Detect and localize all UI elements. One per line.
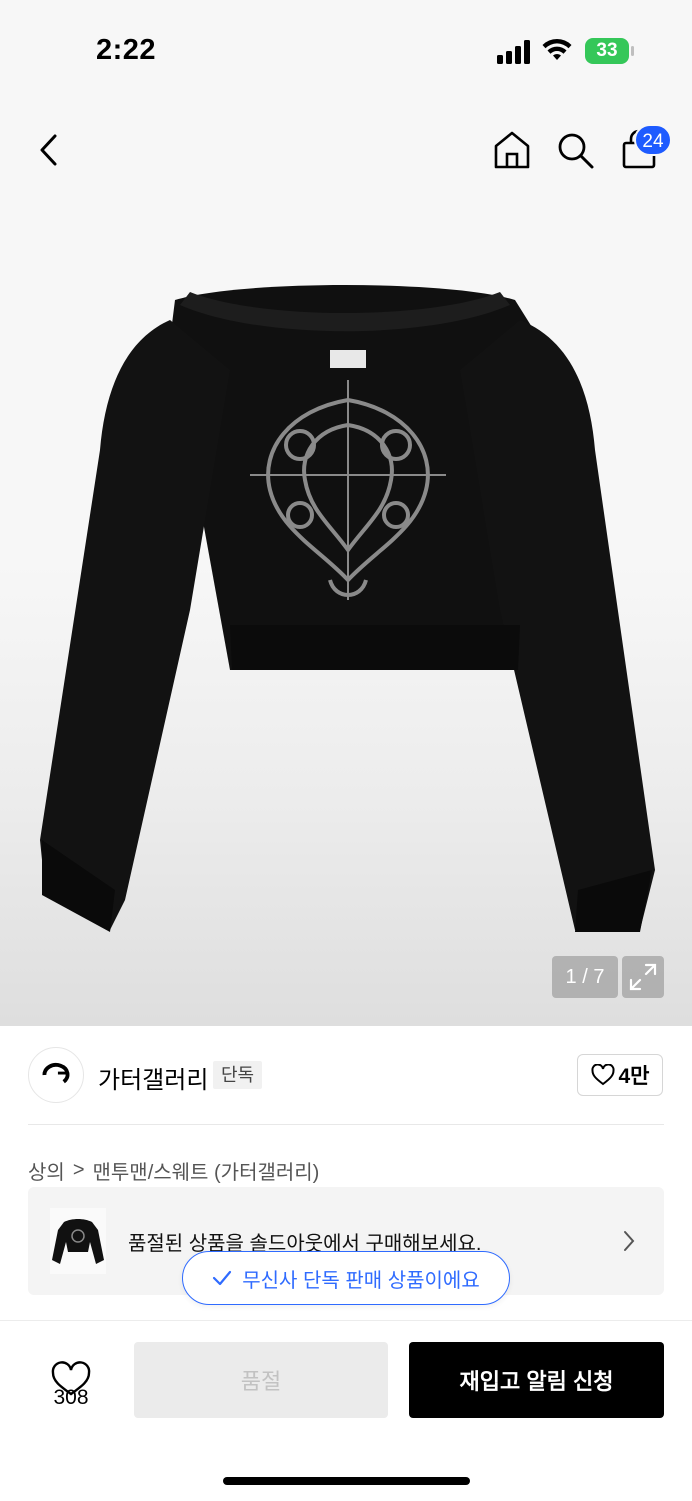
chevron-right-icon bbox=[624, 1231, 635, 1251]
image-counter: 1 / 7 bbox=[552, 956, 618, 998]
exclusive-sale-label: 무신사 단독 판매 상품이에요 bbox=[242, 1269, 480, 1292]
check-icon bbox=[213, 1270, 232, 1286]
battery-icon: 33 bbox=[585, 38, 635, 64]
breadcrumb: 상의 > 맨투맨/스웨트 (가터갤러리) bbox=[28, 1156, 319, 1185]
battery-level: 33 bbox=[596, 40, 618, 61]
wish-count: 308 bbox=[53, 1386, 89, 1409]
breadcrumb-separator: > bbox=[72, 1159, 85, 1181]
home-indicator[interactable] bbox=[223, 1477, 470, 1485]
exclusive-tag: 단독 bbox=[213, 1061, 263, 1089]
heart-icon bbox=[590, 1064, 615, 1086]
wifi-icon bbox=[542, 38, 572, 60]
brand-like-button[interactable]: 4만 bbox=[577, 1054, 663, 1096]
product-thumbnail bbox=[50, 1208, 106, 1274]
product-photo[interactable] bbox=[30, 280, 660, 940]
soldout-button: 품절 bbox=[134, 1342, 388, 1418]
brand-like-count: 4만 bbox=[618, 1065, 650, 1088]
expand-icon[interactable] bbox=[622, 956, 664, 998]
brand-logo[interactable] bbox=[28, 1047, 84, 1103]
signal-icon bbox=[497, 40, 530, 64]
exclusive-sale-pill: 무신사 단독 판매 상품이에요 bbox=[182, 1251, 510, 1305]
back-icon[interactable] bbox=[26, 126, 74, 174]
breadcrumb-category[interactable]: 상의 bbox=[28, 1156, 65, 1185]
restock-alert-button[interactable]: 재입고 알림 신청 bbox=[409, 1342, 664, 1418]
search-icon[interactable] bbox=[551, 126, 599, 174]
brand-name[interactable]: 가터갤러리 bbox=[98, 1060, 208, 1095]
divider bbox=[28, 1124, 664, 1125]
status-time: 2:22 bbox=[96, 34, 157, 66]
home-icon[interactable] bbox=[488, 126, 536, 174]
cart-count-badge[interactable]: 24 bbox=[634, 124, 672, 156]
breadcrumb-subcategory[interactable]: 맨투맨/스웨트 (가터갤러리) bbox=[93, 1156, 320, 1185]
